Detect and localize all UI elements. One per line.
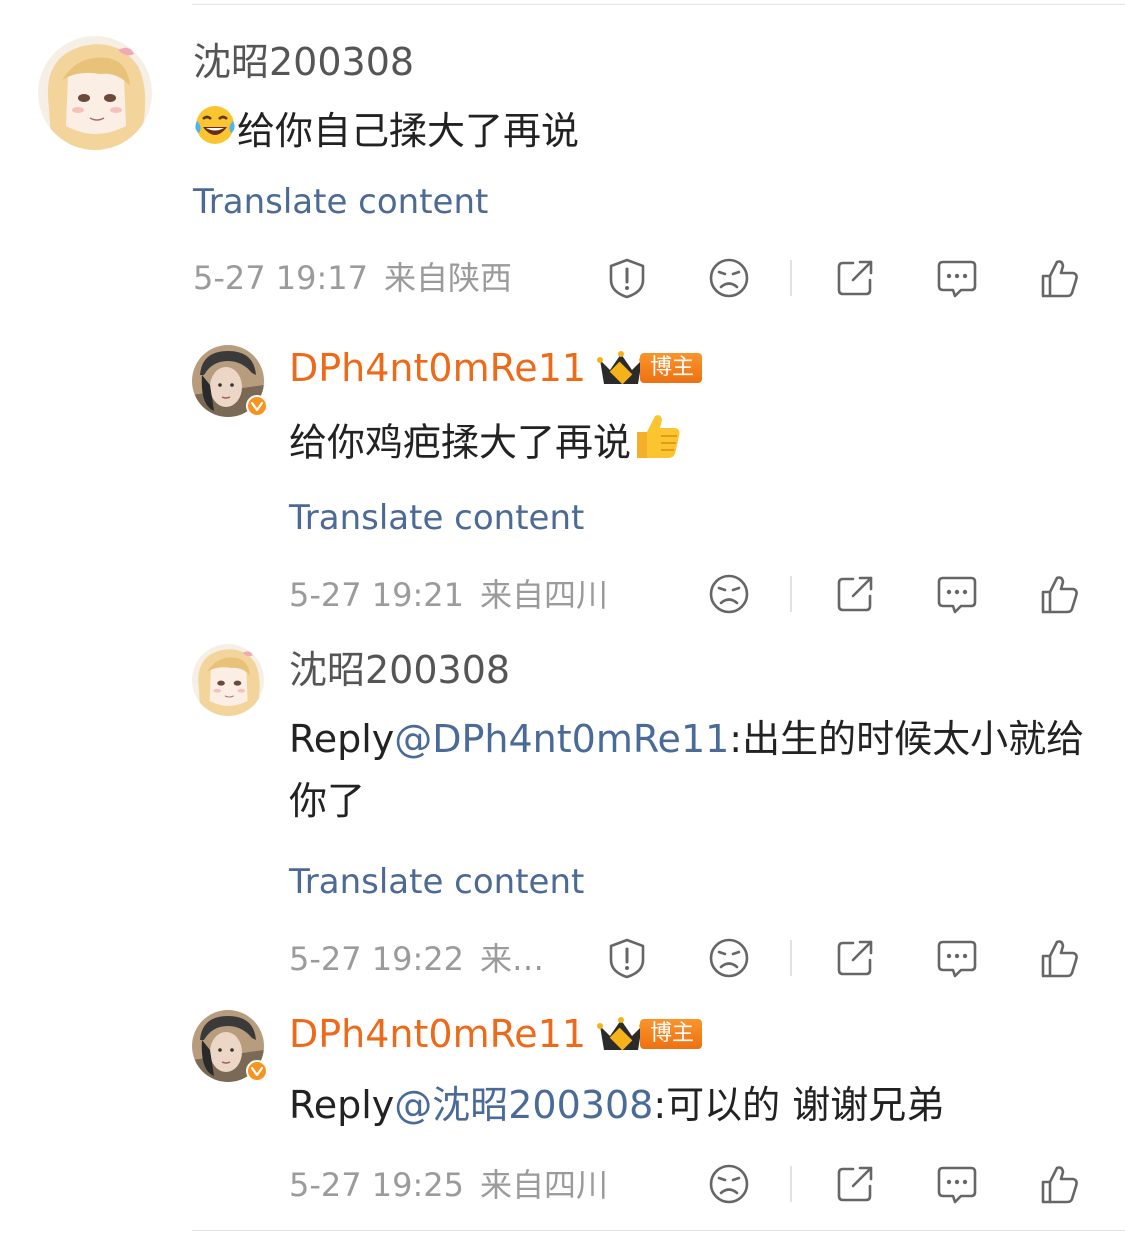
mention-link[interactable]: @沈昭200308 [394, 1083, 653, 1127]
blogger-tag: 博主 [640, 353, 703, 383]
comment-text: Reply@DPh4nt0mRe11:出生的时候太小就给你了 [289, 708, 1089, 832]
comment-meta: 5-27 19:21 来自四川 [289, 575, 608, 615]
crown-icon [597, 1017, 646, 1051]
reply-prefix: Reply [289, 717, 395, 761]
comment-text-body: 给你鸡疤揉大了再说 [289, 420, 632, 465]
username[interactable]: 沈昭200308 [289, 646, 510, 694]
action-separator [790, 576, 792, 612]
laugh-cry-emoji [193, 103, 237, 165]
reply-prefix: Reply [289, 1083, 395, 1127]
comment-icon[interactable] [933, 254, 981, 302]
action-separator [790, 1166, 792, 1202]
verified-icon [246, 395, 268, 417]
comment-location: 来自四川 [480, 576, 609, 614]
comment-icon[interactable] [933, 570, 981, 618]
like-icon[interactable] [1035, 570, 1083, 618]
report-icon[interactable] [603, 254, 651, 302]
username[interactable]: DPh4nt0mRe11 博主 [289, 344, 703, 392]
comment-time: 5-27 19:17 [193, 259, 369, 297]
action-separator [790, 260, 792, 296]
comment-1: 沈昭200308 给你自己揉大了再说 Translate content 5-2… [0, 0, 1125, 320]
username[interactable]: DPh4nt0mRe11 博主 [289, 1010, 703, 1058]
comment-time: 5-27 19:22 [289, 940, 465, 978]
translate-link[interactable]: Translate content [289, 860, 584, 904]
share-icon[interactable] [831, 570, 879, 618]
mention-link[interactable]: @DPh4nt0mRe11 [394, 717, 729, 761]
comment-location: 来自陕西 [384, 259, 513, 297]
comment-3: 沈昭200308 Reply@DPh4nt0mRe11:出生的时候太小就给你了 … [0, 636, 1125, 1006]
comment-location: 来… [480, 940, 545, 978]
avatar[interactable] [38, 36, 152, 150]
comment-icon[interactable] [933, 1160, 981, 1208]
comment-time: 5-27 19:25 [289, 1166, 465, 1204]
share-icon[interactable] [831, 934, 879, 982]
comment-location: 来自四川 [480, 1166, 609, 1204]
username-text[interactable]: DPh4nt0mRe11 [289, 1010, 586, 1058]
translate-link[interactable]: Translate content [289, 496, 584, 540]
comment-meta: 5-27 19:22 来… [289, 939, 544, 979]
thumbs-up-emoji [631, 410, 683, 480]
avatar[interactable] [192, 644, 264, 716]
dislike-face-icon[interactable] [705, 934, 753, 982]
bottom-divider [192, 1230, 1125, 1231]
comment-text: Reply@沈昭200308:可以的 谢谢兄弟 [289, 1074, 944, 1136]
blogger-tag: 博主 [640, 1019, 703, 1049]
comment-text-body: 给你自己揉大了再说 [237, 109, 580, 153]
comment-time: 5-27 19:21 [289, 576, 465, 614]
anime-girl-avatar-image [192, 644, 264, 716]
comment-icon[interactable] [933, 934, 981, 982]
avatar[interactable] [192, 1010, 268, 1082]
report-icon[interactable] [603, 934, 651, 982]
username-text[interactable]: DPh4nt0mRe11 [289, 344, 586, 392]
comment-text: 给你鸡疤揉大了再说 [289, 410, 683, 480]
like-icon[interactable] [1035, 934, 1083, 982]
avatar[interactable] [192, 345, 268, 417]
dislike-face-icon[interactable] [705, 254, 753, 302]
comment-2: DPh4nt0mRe11 博主 给你鸡疤揉大了再说 Translate cont… [0, 330, 1125, 630]
anime-girl-avatar-image [38, 36, 152, 150]
comment-text-body: :可以的 谢谢兄弟 [653, 1083, 945, 1127]
dislike-face-icon[interactable] [705, 1160, 753, 1208]
translate-link[interactable]: Translate content [193, 180, 488, 224]
like-icon[interactable] [1035, 1160, 1083, 1208]
crown-icon [597, 351, 646, 385]
action-separator [790, 940, 792, 976]
blogger-badge: 博主 [596, 350, 703, 386]
verified-icon [246, 1060, 268, 1082]
share-icon[interactable] [831, 1160, 879, 1208]
username[interactable]: 沈昭200308 [193, 38, 414, 86]
share-icon[interactable] [831, 254, 879, 302]
dislike-face-icon[interactable] [705, 570, 753, 618]
comment-4: DPh4nt0mRe11 博主 Reply@沈昭200308:可以的 谢谢兄弟 … [0, 1000, 1125, 1230]
like-icon[interactable] [1035, 254, 1083, 302]
comment-meta: 5-27 19:17 来自陕西 [193, 258, 512, 298]
blogger-badge: 博主 [596, 1016, 703, 1052]
comment-text: 给你自己揉大了再说 [193, 100, 579, 165]
comment-meta: 5-27 19:25 来自四川 [289, 1165, 608, 1205]
